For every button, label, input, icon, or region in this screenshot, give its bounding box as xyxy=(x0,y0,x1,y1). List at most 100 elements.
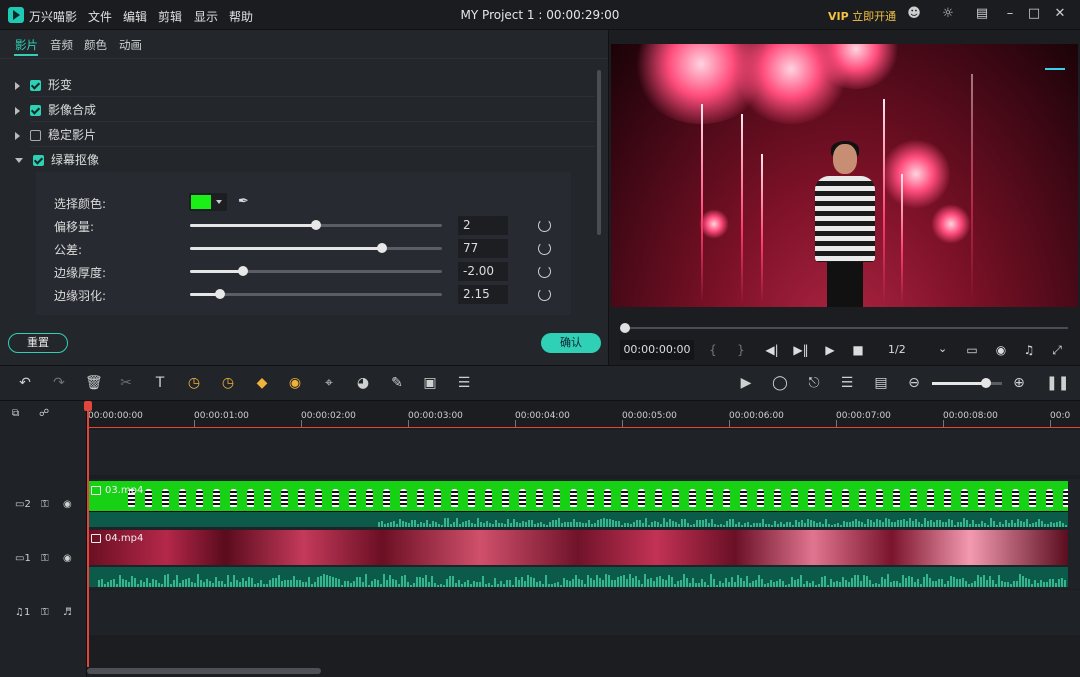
playhead-handle[interactable] xyxy=(84,401,92,411)
confirm-button[interactable]: 确认 xyxy=(541,333,601,353)
reset-edge-thickness-icon[interactable] xyxy=(538,265,551,278)
add-track-icon[interactable]: ⧉ xyxy=(12,408,19,419)
menu-file[interactable]: 文件 xyxy=(88,8,112,25)
waveform-bar xyxy=(797,578,799,587)
stop-icon[interactable]: ■ xyxy=(850,343,866,357)
video-preview[interactable] xyxy=(611,44,1078,307)
cut-icon[interactable]: ✂ xyxy=(118,375,134,391)
link-icon[interactable]: ☍ xyxy=(39,408,49,419)
section-compositing[interactable]: 影像合成 xyxy=(15,101,96,119)
zoom-out-icon[interactable]: ⊖ xyxy=(906,375,922,391)
tab-audio[interactable]: 音频 xyxy=(50,37,73,53)
clip-04-audio[interactable] xyxy=(88,567,1068,587)
zoom-in-icon[interactable]: ⊕ xyxy=(1011,375,1027,391)
speedometer-icon[interactable]: ◕ xyxy=(355,375,371,391)
reset-tolerance-icon[interactable] xyxy=(538,242,551,255)
checkbox-compositing[interactable] xyxy=(30,105,41,116)
reset-offset-icon[interactable] xyxy=(538,219,551,232)
render-icon[interactable]: ▶ xyxy=(738,375,754,391)
timeline-zoom-slider[interactable] xyxy=(932,382,1002,385)
checkbox-transform[interactable] xyxy=(30,80,41,91)
zoom-knob[interactable] xyxy=(981,378,991,388)
section-chroma-key[interactable]: 绿幕抠像 xyxy=(15,151,99,169)
layout-toggle-icon[interactable]: ❚❚ xyxy=(1046,375,1069,391)
eye-icon[interactable]: ◉ xyxy=(63,553,72,564)
panel-scrollbar[interactable] xyxy=(597,70,601,235)
reset-edge-feather-icon[interactable] xyxy=(538,288,551,301)
slider-knob[interactable] xyxy=(311,220,321,230)
color-swatch[interactable] xyxy=(191,195,211,209)
timer-icon[interactable]: ◷ xyxy=(220,375,236,391)
clip-03-audio[interactable] xyxy=(88,511,1068,527)
edge-feather-slider[interactable] xyxy=(190,289,442,299)
track-headers xyxy=(0,401,87,677)
store-icon[interactable]: ▤ xyxy=(975,7,989,21)
text-icon[interactable]: T xyxy=(152,375,168,391)
lock-icon[interactable]: ⚿ xyxy=(41,553,49,564)
clip-03[interactable] xyxy=(88,481,1068,511)
playhead[interactable] xyxy=(87,401,89,667)
tolerance-slider[interactable] xyxy=(190,243,442,253)
vip-button[interactable]: VIP 立即开通 xyxy=(828,8,896,24)
snapshot-icon[interactable]: ◉ xyxy=(993,343,1009,357)
seek-knob[interactable] xyxy=(620,323,630,333)
adjust-icon[interactable]: ☰ xyxy=(456,375,472,391)
preview-seek-bar[interactable] xyxy=(622,327,1068,329)
reset-button[interactable]: 重置 xyxy=(8,333,68,353)
account-icon[interactable]: ☻ xyxy=(907,7,921,21)
timeline-scrollbar[interactable] xyxy=(87,668,321,674)
edge-thickness-slider[interactable] xyxy=(190,266,442,276)
section-stabilize[interactable]: 稳定影片 xyxy=(15,126,96,144)
waveform-bar xyxy=(986,580,988,587)
tab-video[interactable]: 影片 xyxy=(15,37,38,53)
previous-frame-icon[interactable]: ◀| xyxy=(764,343,780,357)
mark-in-icon[interactable]: { xyxy=(705,343,721,357)
pen-icon[interactable]: ✎ xyxy=(389,375,405,391)
eye-icon[interactable]: ◉ xyxy=(63,499,72,510)
slider-knob[interactable] xyxy=(376,243,387,253)
menu-view[interactable]: 显示 xyxy=(194,8,218,25)
tab-color[interactable]: 颜色 xyxy=(84,37,107,53)
edge-feather-value[interactable]: 2.15 xyxy=(458,285,508,304)
checkbox-chroma-key[interactable] xyxy=(33,155,44,166)
delete-icon[interactable]: 🗑 xyxy=(85,375,103,391)
export-icon[interactable]: ▣ xyxy=(422,375,438,391)
undo-icon[interactable]: ↶ xyxy=(17,375,33,391)
clip-04[interactable] xyxy=(88,530,1068,565)
menu-help[interactable]: 帮助 xyxy=(229,8,253,25)
color-palette-icon[interactable]: ◉ xyxy=(287,375,303,391)
minimize-icon[interactable]: – xyxy=(1003,7,1017,21)
preview-zoom-select[interactable]: 1/2 ⌄ xyxy=(880,340,954,360)
eyedropper-icon[interactable]: ✒ xyxy=(238,194,249,209)
lock-icon[interactable]: ⚿ xyxy=(41,607,49,618)
tolerance-value[interactable]: 77 xyxy=(458,239,508,258)
tab-animation[interactable]: 动画 xyxy=(119,37,142,53)
fullscreen-icon[interactable]: ⤢ xyxy=(1049,343,1065,358)
menu-edit[interactable]: 编辑 xyxy=(123,8,147,25)
slider-knob[interactable] xyxy=(237,266,248,276)
offset-slider[interactable] xyxy=(190,220,442,230)
feedback-icon[interactable]: ☼ xyxy=(941,7,955,21)
shield-icon[interactable]: ◯ xyxy=(772,375,788,391)
checkbox-stabilize[interactable] xyxy=(30,130,41,141)
menu-clip[interactable]: 剪辑 xyxy=(158,8,182,25)
lock-icon[interactable]: ⚿ xyxy=(41,499,49,510)
display-icon[interactable]: ▭ xyxy=(964,343,980,357)
maximize-icon[interactable]: □ xyxy=(1027,7,1041,21)
edge-thickness-value[interactable]: -2.00 xyxy=(458,262,508,281)
volume-icon[interactable]: ♫ xyxy=(1021,343,1037,357)
speed-icon[interactable]: ◷ xyxy=(186,375,202,391)
audio-mixer-icon[interactable]: ☰ xyxy=(839,375,855,391)
split-screen-icon[interactable]: ▤ xyxy=(873,375,889,391)
mark-out-icon[interactable]: } xyxy=(733,343,749,357)
redo-icon[interactable]: ↷ xyxy=(51,375,67,391)
crop-icon[interactable]: ⌖ xyxy=(321,375,337,391)
play-pause-icon[interactable]: ▶‖ xyxy=(793,343,809,357)
microphone-icon[interactable]: ⎋ xyxy=(806,375,822,391)
section-transform[interactable]: 形变 xyxy=(15,76,72,94)
speaker-icon[interactable]: ♬ xyxy=(63,607,72,618)
play-icon[interactable]: ▶ xyxy=(822,343,838,357)
close-icon[interactable]: ✕ xyxy=(1053,7,1067,21)
offset-value[interactable]: 2 xyxy=(458,216,508,235)
keyframe-icon[interactable]: ◆ xyxy=(254,375,270,391)
